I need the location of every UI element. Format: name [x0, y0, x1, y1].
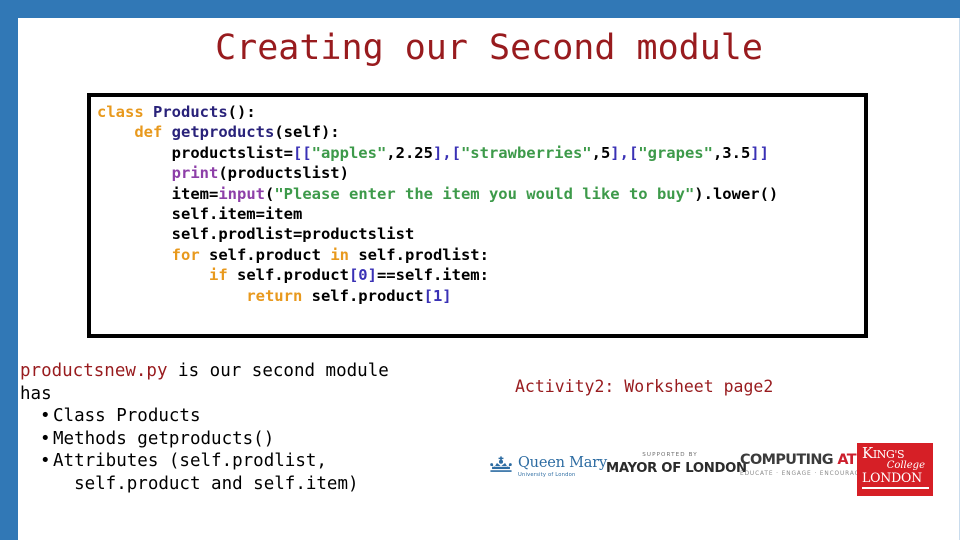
code-token: class	[97, 103, 153, 121]
module-filename: productsnew.py	[20, 361, 168, 381]
code-token: print	[171, 164, 219, 183]
code-token: (	[265, 184, 275, 203]
code-line: if self.product[0]==self.item:	[97, 265, 864, 285]
kcl-london: LONDON	[862, 470, 922, 485]
code-token: ==self.item:	[376, 266, 489, 285]
code-line: self.prodlist=productslist	[97, 224, 864, 244]
bullet-label: Attributes (self.prodlist, self.product …	[53, 451, 359, 494]
code-token: (self):	[274, 123, 340, 142]
code-line: def getproducts(self):	[97, 122, 864, 142]
mayor-name: MAYOR OF LONDON	[606, 461, 747, 476]
logo-strip: Queen Mary University of London SUPPORTE…	[488, 440, 943, 498]
code-token: [[	[292, 143, 312, 162]
code-token: getproducts	[171, 123, 275, 142]
code-token: ],[	[432, 143, 461, 162]
queen-mary-text: Queen Mary University of London	[518, 456, 607, 478]
kcl-k: K	[862, 444, 873, 462]
code-token: self.prodlist:	[358, 245, 489, 264]
code-block: class Products(): def getproducts(self):…	[87, 93, 868, 338]
code-token: self.item=item	[97, 204, 303, 223]
cas-tagline: EDUCATE · ENGAGE · ENCOURAGE	[740, 471, 865, 477]
bullet-label: Methods getproducts()	[53, 428, 275, 449]
code-line: for self.product in self.prodlist:	[97, 245, 864, 265]
lead-sentence-continuation: has	[20, 383, 52, 404]
activity-callout: Activity2: Worksheet page2	[515, 377, 774, 396]
code-line: item=input("Please enter the item you wo…	[97, 184, 864, 204]
code-token: productslist=	[97, 143, 293, 162]
bullet-item: • Attributes (self.prodlist, self.product…	[20, 450, 470, 495]
body-text: productsnew.py is our second module has …	[20, 360, 470, 495]
logo-kings-college-london: KING'S College LONDON	[857, 443, 933, 496]
code-line: return self.product[1]	[97, 286, 864, 306]
logo-computing-at-school: COMPUTING AT SCHOOL EDUCATE · ENGAGE · E…	[740, 452, 924, 482]
code-token: ,2.25	[386, 143, 433, 162]
queen-mary-name: Queen Mary	[518, 455, 607, 472]
code-line: class Products():	[97, 102, 864, 122]
code-line: productslist=[["apples",2.25],["strawber…	[97, 143, 864, 163]
slide: Creating our Second module class Product…	[0, 0, 960, 540]
crown-icon	[490, 456, 512, 472]
lead-sentence-rest: is our second module	[167, 361, 389, 381]
slide-top-border	[0, 0, 960, 18]
page-title: Creating our Second module	[215, 28, 763, 68]
mayor-supported-by-label: SUPPORTED BY	[642, 452, 698, 458]
code-token: ).lower()	[694, 184, 779, 203]
code-token: ]]	[750, 143, 769, 162]
code-token: [0]	[348, 266, 377, 285]
queen-mary-subtitle: University of London	[518, 471, 576, 478]
kcl-underline	[862, 487, 929, 489]
logo-queen-mary: Queen Mary University of London	[488, 450, 607, 484]
code-token: self.product	[208, 245, 331, 264]
code-token: (productslist)	[218, 164, 349, 183]
code-token: "Please enter the item you would like to…	[274, 184, 695, 203]
lead-sentence: productsnew.py is our second module	[20, 360, 470, 383]
bullet-marker-icon: •	[40, 451, 51, 471]
bullet-marker-icon: •	[40, 406, 51, 426]
code-token: ,3.5	[712, 143, 751, 162]
code-token: in	[330, 245, 359, 264]
code-line: self.item=item	[97, 204, 864, 224]
code-token: ],[	[610, 143, 639, 162]
code-token: ():	[227, 103, 256, 121]
code-token: "strawberries"	[460, 143, 592, 162]
code-block-content: class Products(): def getproducts(self):…	[97, 102, 864, 306]
cas-name: COMPUTING AT SCHOOL	[740, 452, 924, 468]
bullet-marker-icon: •	[40, 428, 51, 449]
code-token: item=	[97, 184, 219, 203]
code-token: ,5	[591, 143, 611, 162]
code-line: print(productslist)	[97, 163, 864, 183]
code-token: "grapes"	[638, 143, 713, 162]
code-token: def	[134, 123, 172, 142]
code-token: input	[218, 184, 265, 203]
bullet-item: • Methods getproducts()	[20, 428, 470, 451]
code-token: return	[246, 286, 312, 305]
code-token: [1]	[423, 286, 452, 305]
bullet-list: • Class Products • Methods getproducts() • At…	[20, 405, 470, 495]
cas-name-part1: COMPUTING	[740, 452, 838, 468]
logo-mayor-of-london: SUPPORTED BY MAYOR OF LONDON	[606, 452, 747, 482]
slide-left-border	[0, 0, 18, 540]
code-token: self.product	[311, 286, 424, 305]
code-token: self.prodlist=productslist	[97, 225, 415, 244]
bullet-label: Class Products	[53, 406, 201, 426]
code-token: "apples"	[311, 143, 387, 162]
code-token: if	[208, 266, 237, 285]
code-token: Products	[153, 103, 228, 121]
code-token: self.product	[236, 266, 349, 285]
bullet-item: • Class Products	[20, 405, 470, 428]
code-token: for	[171, 245, 209, 264]
